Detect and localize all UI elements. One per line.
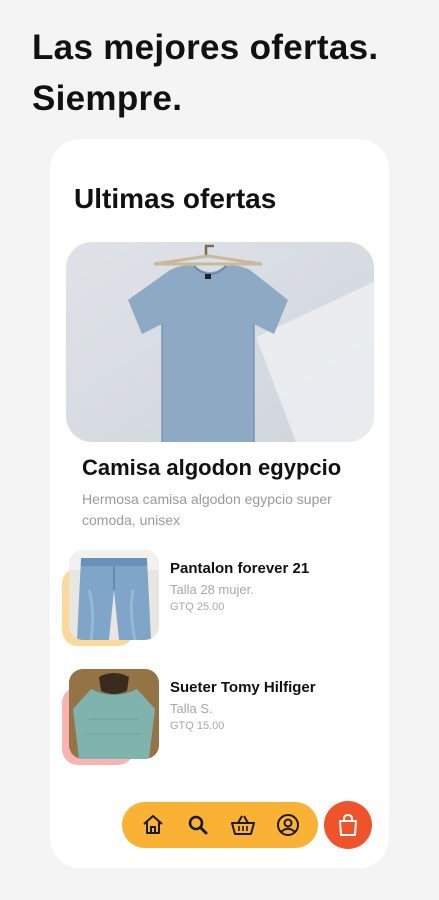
shopping-bag-icon xyxy=(339,813,357,836)
product-price: GTQ 25.00 xyxy=(170,601,225,613)
headline-line-2: Siempre. xyxy=(32,79,183,118)
tshirt-on-hanger-icon xyxy=(66,242,374,442)
headline: Las mejores ofertas. Siempre. xyxy=(32,22,378,124)
phone-screen: Ultimas ofertas Camisa algodon egypcio H… xyxy=(50,139,389,868)
product-size: Talla 28 mujer. xyxy=(170,582,254,597)
featured-image[interactable] xyxy=(66,242,374,442)
product-price: GTQ 15.00 xyxy=(170,720,225,732)
basket-icon[interactable] xyxy=(229,811,257,839)
product-name: Pantalon forever 21 xyxy=(170,560,310,577)
product-item-pantalon[interactable]: Pantalon forever 21 Talla 28 mujer. GTQ … xyxy=(62,550,382,650)
sweater-icon xyxy=(69,669,159,759)
headline-line-1: Las mejores ofertas. xyxy=(32,28,379,67)
product-thumbnail[interactable] xyxy=(69,669,159,759)
product-size: Talla S. xyxy=(170,701,213,716)
search-icon[interactable] xyxy=(184,811,212,839)
product-item-sueter[interactable]: Sueter Tomy Hilfiger Talla S. GTQ 15.00 xyxy=(62,669,382,769)
profile-icon[interactable] xyxy=(274,811,302,839)
section-title: Ultimas ofertas xyxy=(74,183,277,214)
bottom-nav xyxy=(122,802,318,848)
featured-title[interactable]: Camisa algodon egypcio xyxy=(82,455,341,481)
shopping-bag-button[interactable] xyxy=(324,801,372,849)
featured-description: Hermosa camisa algodon egypcio super com… xyxy=(82,491,332,528)
jeans-icon xyxy=(69,550,159,640)
product-thumbnail[interactable] xyxy=(69,550,159,640)
product-name: Sueter Tomy Hilfiger xyxy=(170,679,316,696)
home-icon[interactable] xyxy=(139,811,167,839)
